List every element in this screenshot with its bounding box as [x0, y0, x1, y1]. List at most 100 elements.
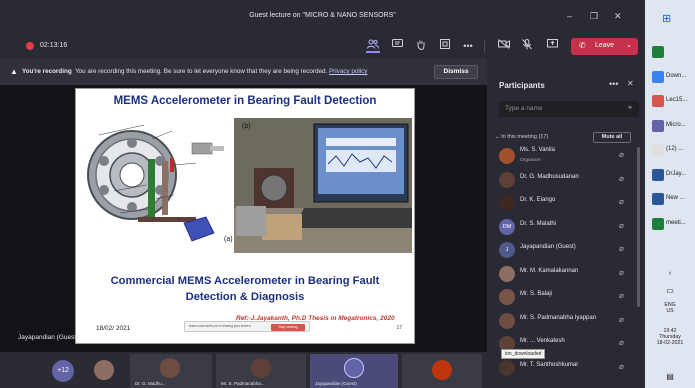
avatar: [499, 195, 515, 211]
window-title: Guest lecture on "MICRO & NANO SENSORS": [249, 12, 396, 19]
mic-off-icon[interactable]: [520, 39, 534, 53]
mic-off-icon: ⌀: [619, 197, 624, 206]
sharing-notification-bar: teams.microsoft.com is sharing your scre…: [184, 321, 310, 332]
clock-date: 18-02-2021: [656, 340, 684, 346]
in-meeting-section-header[interactable]: ⌄ In this meeting (17): [495, 134, 548, 140]
windows-start-icon[interactable]: ⊞: [662, 12, 671, 25]
presenter-name: Jayapandian (Guest): [18, 334, 79, 341]
leave-label: Leave: [595, 42, 615, 49]
more-options-icon[interactable]: •••: [609, 79, 618, 89]
dismiss-button[interactable]: Dismiss: [434, 65, 478, 79]
slide-label-b: (b): [242, 123, 251, 130]
video-tile[interactable]: Dr. G. Madhu...: [130, 354, 212, 388]
video-tile[interactable]: [402, 354, 482, 388]
chat-icon[interactable]: [390, 39, 404, 53]
participant-row[interactable]: Mr. M. Kamalakannan ⌀: [495, 263, 635, 285]
app-label: New ...: [666, 195, 685, 201]
avatar: [432, 360, 452, 380]
slide-page-number: 17: [396, 325, 402, 331]
stop-sharing-button[interactable]: Stop sharing: [271, 323, 305, 331]
participant-name: Dr. S. Malathi: [520, 220, 557, 227]
video-tile[interactable]: Jayapandian (Guest): [310, 354, 398, 388]
participant-row[interactable]: DM Dr. S. Malathi ⌀: [495, 216, 635, 238]
privacy-policy-link[interactable]: Privacy policy: [329, 68, 368, 75]
taskbar-app[interactable]: Down...: [649, 69, 693, 87]
shared-slide: MEMS Accelerometer in Bearing Fault Dete…: [75, 88, 415, 344]
scrollbar[interactable]: [637, 147, 640, 307]
avatar: [344, 358, 364, 378]
app-icon: [652, 119, 664, 132]
avatar: [499, 359, 515, 376]
taskbar-app[interactable]: Micro...: [649, 118, 693, 136]
avatar: [499, 148, 515, 164]
participant-search-input[interactable]: Type a name ⚭: [499, 101, 639, 117]
taskbar-app[interactable]: meeti...: [649, 216, 693, 234]
language-indicator[interactable]: ENG US: [645, 302, 695, 314]
mic-off-icon: ⌀: [619, 267, 624, 277]
share-screen-icon[interactable]: [545, 39, 559, 53]
participant-row[interactable]: J Jayapandian (Guest) ⌀: [495, 239, 635, 261]
sharing-notification-text: teams.microsoft.com is sharing your scre…: [189, 324, 252, 328]
video-tile[interactable]: Mr. S. Padmanabha...: [216, 354, 306, 388]
tile-name: Jayapandian (Guest): [315, 381, 357, 386]
app-icon: [652, 144, 664, 156]
participant-row[interactable]: Mr. S. Padmanabha Iyappan ⌀: [495, 310, 635, 332]
taskbar-app[interactable]: Lec15...: [649, 93, 693, 111]
meeting-toolbar: 02:13:16 ••• ✆ Leave ⌄: [0, 34, 645, 59]
participant-row[interactable]: Ms. S. Vanila Organizer ⌀: [495, 145, 635, 167]
video-tile[interactable]: [84, 354, 124, 388]
participant-name: Mr. M. Kamalakannan: [520, 267, 579, 274]
more-actions-icon[interactable]: •••: [461, 39, 475, 53]
close-icon[interactable]: ✕: [614, 11, 622, 22]
taskbar-app[interactable]: [649, 44, 693, 62]
participant-name: Ms. S. Vanila: [520, 147, 555, 153]
share-link-icon[interactable]: ⚭: [627, 104, 633, 112]
participant-name: Mr. T. Santhoshkumar: [520, 361, 579, 368]
participant-row[interactable]: Mr. S. Balaji ⌀: [495, 286, 635, 308]
participant-row[interactable]: Dr. G. Madhusudanan ⌀: [495, 169, 635, 191]
avatar: [499, 312, 515, 329]
taskbar-app[interactable]: (12) ...: [649, 142, 693, 160]
mic-off-icon: ⌀: [619, 244, 624, 253]
leave-button[interactable]: ✆ Leave ⌄: [571, 38, 638, 55]
participant-name: Mr. S. Balaji: [520, 291, 553, 297]
app-label: DrJay...: [666, 170, 687, 177]
slide-label-a: (a): [224, 236, 233, 243]
recording-message: You're recording You are recording this …: [22, 68, 367, 75]
maximize-icon[interactable]: ❐: [590, 11, 598, 22]
participants-panel: Participants ••• ✕ Type a name ⚭ ⌄ In th…: [487, 59, 645, 388]
clock[interactable]: 19:42 Thursday 18-02-2021: [645, 328, 695, 346]
notifications-icon[interactable]: ▤: [645, 372, 695, 381]
raise-hand-icon[interactable]: [414, 39, 428, 53]
shared-content-area: MEMS Accelerometer in Bearing Fault Dete…: [0, 85, 487, 353]
close-panel-icon[interactable]: ✕: [627, 79, 634, 88]
tray-chevron-icon[interactable]: ‹: [645, 270, 695, 277]
chevron-down-icon[interactable]: ⌄: [626, 41, 632, 49]
participant-name: Mr. ... Venkatesh: [520, 338, 565, 344]
participants-icon[interactable]: [366, 39, 380, 53]
app-label: Down...: [666, 72, 687, 79]
title-bar: Guest lecture on "MICRO & NANO SENSORS" …: [0, 0, 645, 34]
avatar: DM: [499, 218, 515, 235]
taskbar-app[interactable]: DrJay...: [649, 167, 693, 185]
camera-off-icon[interactable]: [497, 39, 511, 53]
search-placeholder: Type a name: [505, 105, 543, 112]
app-icon: [652, 70, 664, 83]
participant-row[interactable]: Dr. K. Elango ⌀: [495, 192, 635, 214]
rooms-icon[interactable]: [438, 39, 452, 53]
taskbar-app[interactable]: New ...: [649, 191, 693, 209]
minimize-icon[interactable]: –: [567, 11, 572, 21]
participant-role: Organizer: [520, 158, 542, 163]
app-icon: [652, 217, 664, 230]
recording-bold-label: You're recording: [22, 68, 72, 75]
more-participants-button[interactable]: +12: [52, 360, 74, 382]
slide-subtitle: Commercial MEMS Accelerometer in Bearing…: [76, 273, 414, 305]
participant-name: Mr. S. Padmanabha Iyappan: [520, 314, 597, 321]
mic-off-icon: ⌀: [619, 338, 624, 347]
mute-all-button[interactable]: Mute all: [593, 132, 631, 143]
region-code: US: [666, 308, 674, 314]
participant-row[interactable]: Mr. T. Santhoshkumar ⌀: [495, 357, 635, 379]
network-icon[interactable]: ▭: [645, 286, 695, 295]
avatar: [160, 358, 180, 378]
participant-name: Dr. K. Elango: [520, 197, 556, 203]
